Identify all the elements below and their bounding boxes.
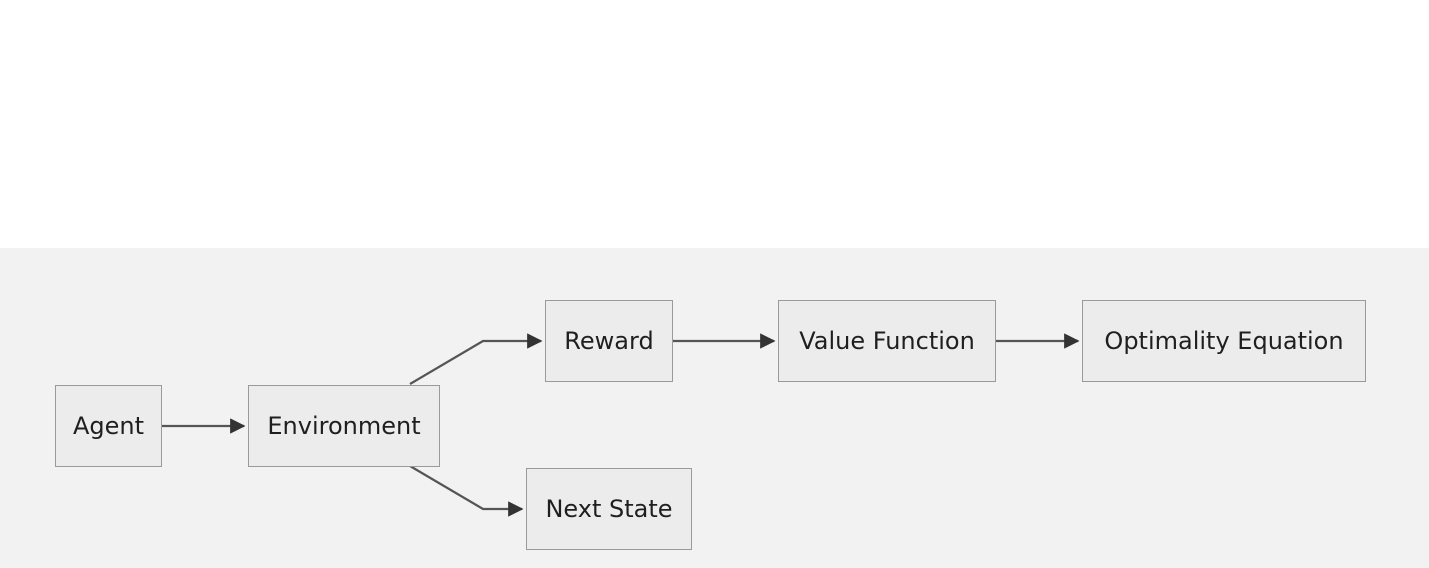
node-reward: Reward [545, 300, 673, 382]
node-agent-label: Agent [72, 412, 145, 440]
node-next-state: Next State [526, 468, 692, 550]
node-environment-label: Environment [267, 412, 421, 440]
node-value-function-label: Value Function [799, 327, 975, 355]
node-environment: Environment [248, 385, 440, 467]
node-value-function: Value Function [778, 300, 996, 382]
node-next-state-label: Next State [545, 495, 673, 523]
node-optimality-equation: Optimality Equation [1082, 300, 1366, 382]
node-agent: Agent [55, 385, 162, 467]
edge-environment-to-next-state [409, 465, 524, 517]
edge-environment-to-reward [409, 333, 543, 385]
diagram-stage: Agent Environment Reward Next State Valu… [0, 0, 1429, 568]
edges-layer [162, 333, 1080, 517]
node-reward-label: Reward [564, 327, 654, 355]
node-optimality-equation-label: Optimality Equation [1104, 327, 1344, 355]
